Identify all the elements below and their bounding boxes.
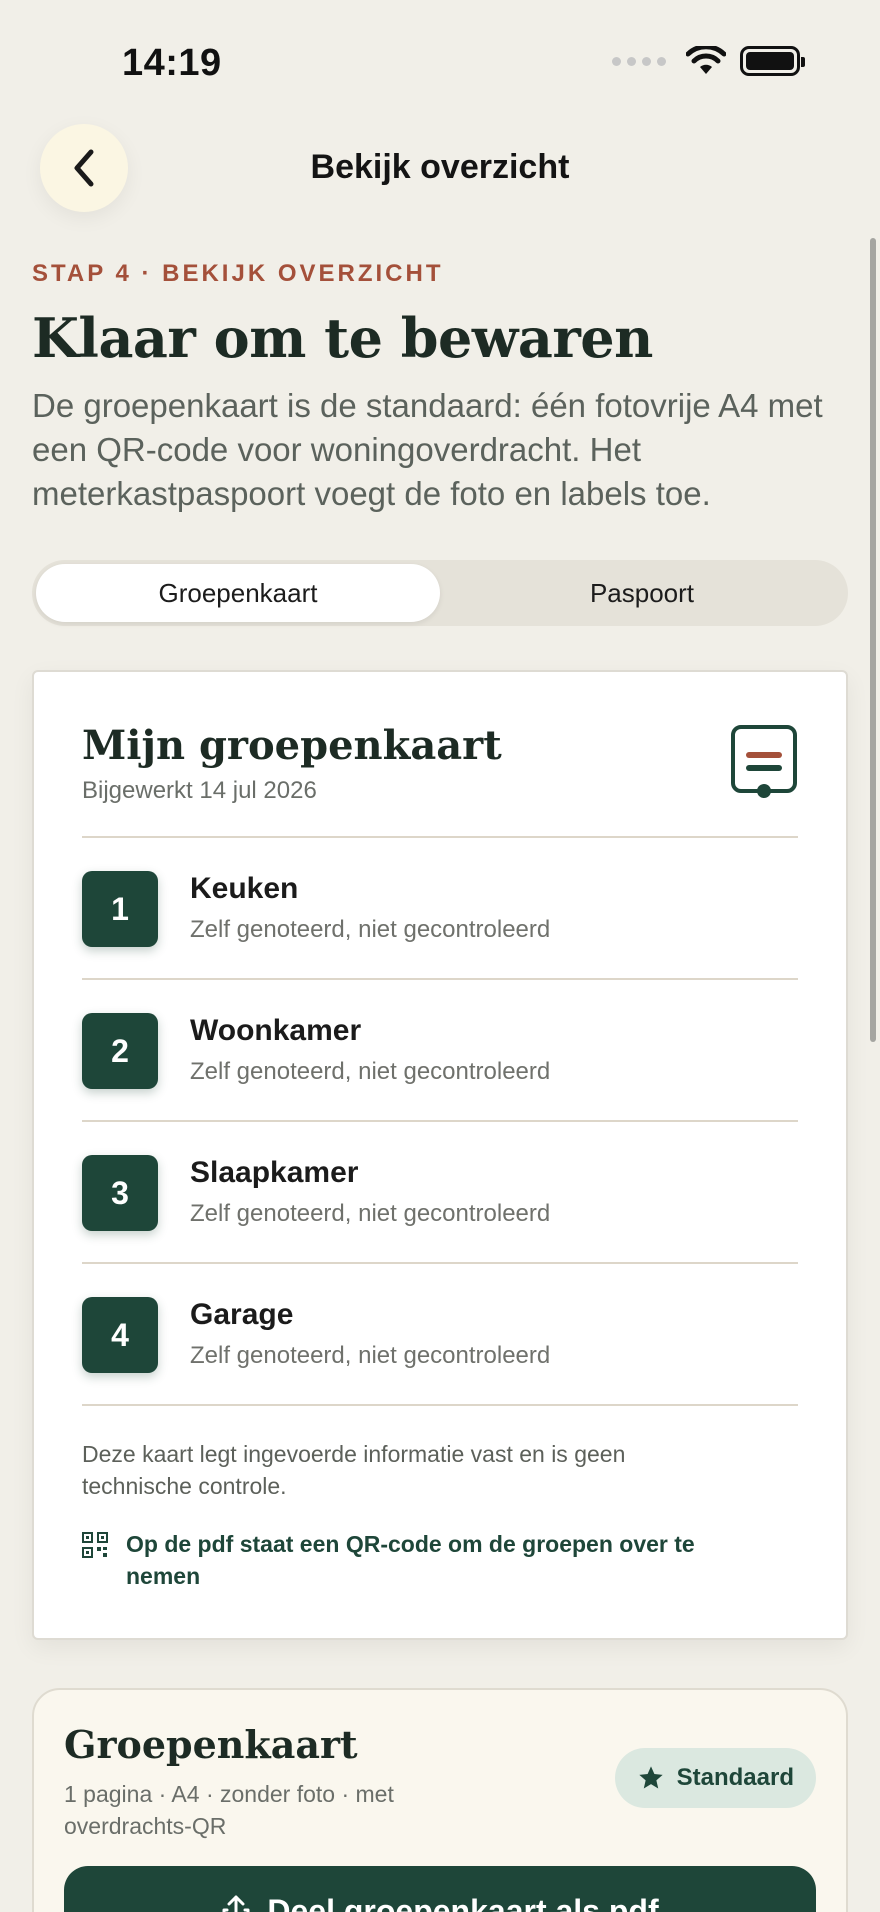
nav-title: Bekijk overzicht (310, 148, 570, 186)
export-title: Groepenkaart (64, 1722, 358, 1767)
divider (82, 1404, 798, 1406)
groepenkaart-preview-card: Mijn groepenkaart Bijgewerkt 14 jul 2026… (32, 670, 848, 1640)
qr-code-icon (82, 1532, 108, 1558)
group-status: Zelf genoteerd, niet gecontroleerd (190, 916, 551, 943)
wifi-icon (686, 46, 726, 74)
scrollbar[interactable] (870, 238, 876, 1042)
group-number-badge: 2 (82, 1013, 158, 1089)
card-header: Mijn groepenkaart Bijgewerkt 14 jul 2026 (82, 722, 798, 805)
status-time: 14:19 (122, 42, 222, 84)
step-label: STAP 4 · BEKIJK OVERZICHT (32, 260, 444, 287)
group-status: Zelf genoteerd, niet gecontroleerd (190, 1342, 551, 1369)
status-bar: 14:19 (0, 0, 880, 120)
group-number-badge: 4 (82, 1297, 158, 1373)
group-name: Keuken (190, 872, 299, 905)
badge-label: Standaard (676, 1764, 794, 1791)
status-icons (612, 46, 805, 76)
star-icon (638, 1766, 663, 1789)
fuse-box-icon (731, 725, 797, 798)
page-title: Klaar om te bewaren (32, 306, 653, 370)
share-button-label: Deel groepenkaart als pdf (267, 1892, 659, 1912)
group-row: 4 Garage Zelf genoteerd, niet gecontrole… (82, 1264, 798, 1404)
share-pdf-button[interactable]: Deel groepenkaart als pdf (64, 1866, 816, 1912)
page-header: STAP 4 · BEKIJK OVERZICHT Klaar om te be… (32, 260, 848, 516)
default-badge: Standaard (614, 1748, 816, 1808)
battery-icon (740, 46, 805, 76)
card-title: Mijn groepenkaart (82, 722, 502, 769)
tab-groepenkaart[interactable]: Groepenkaart (36, 564, 440, 622)
qr-note: Op de pdf staat een QR-code om de groepe… (82, 1528, 726, 1592)
group-status: Zelf genoteerd, niet gecontroleerd (190, 1058, 551, 1085)
tab-paspoort[interactable]: Paspoort (440, 564, 844, 622)
group-name: Garage (190, 1298, 294, 1331)
share-icon (222, 1895, 250, 1912)
group-number-badge: 3 (82, 1155, 158, 1231)
export-option-card: Groepenkaart 1 pagina · A4 · zonder foto… (32, 1688, 848, 1912)
group-name: Woonkamer (190, 1014, 362, 1047)
export-meta: 1 pagina · A4 · zonder foto · met overdr… (64, 1781, 394, 1839)
group-name: Slaapkamer (190, 1156, 359, 1189)
disclaimer-text: Deze kaart legt ingevoerde informatie va… (82, 1441, 626, 1499)
format-segmented-control: Groepenkaart Paspoort (32, 560, 848, 626)
intro-text: De groepenkaart is de standaard: één fot… (32, 387, 823, 512)
group-status: Zelf genoteerd, niet gecontroleerd (190, 1200, 551, 1227)
card-updated-date: Bijgewerkt 14 jul 2026 (82, 777, 317, 804)
group-row: 1 Keuken Zelf genoteerd, niet gecontrole… (82, 838, 798, 978)
qr-note-text: Op de pdf staat een QR-code om de groepe… (126, 1531, 695, 1589)
cellular-signal-icon (612, 56, 666, 66)
group-number-badge: 1 (82, 871, 158, 947)
group-row: 3 Slaapkamer Zelf genoteerd, niet gecont… (82, 1122, 798, 1262)
navigation-bar: Bekijk overzicht (0, 120, 880, 220)
group-row: 2 Woonkamer Zelf genoteerd, niet gecontr… (82, 980, 798, 1120)
